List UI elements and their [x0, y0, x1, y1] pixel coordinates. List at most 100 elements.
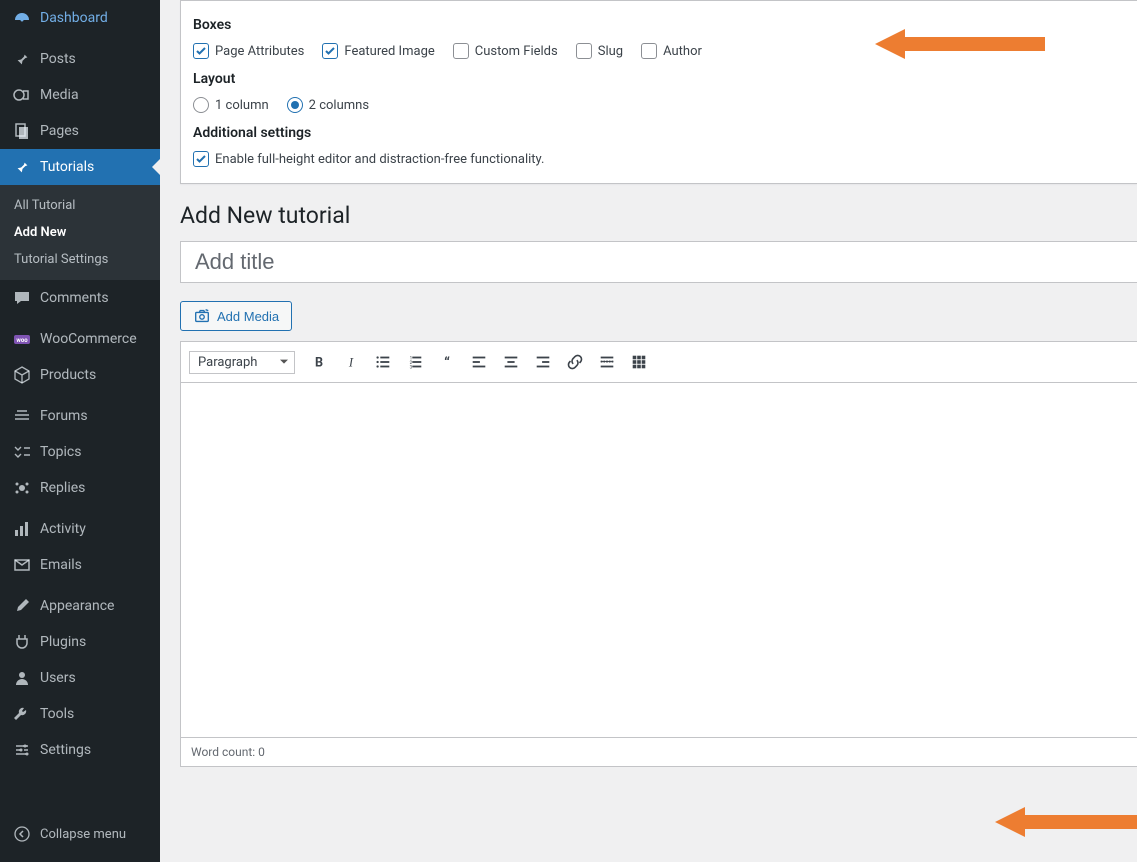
italic-button[interactable]: I — [337, 348, 365, 376]
annotation-arrow-icon — [870, 24, 1050, 64]
svg-text:woo: woo — [16, 337, 28, 344]
submenu-tutorial-settings[interactable]: Tutorial Settings — [0, 246, 160, 273]
radio-2-columns[interactable]: 2 columns — [287, 97, 369, 113]
submenu-add-new[interactable]: Add New — [0, 219, 160, 246]
woo-icon: woo — [12, 329, 32, 349]
settings-icon — [12, 740, 32, 760]
sidebar-item-products[interactable]: Products — [0, 357, 160, 393]
numbered-list-button[interactable]: 123 — [401, 348, 429, 376]
sidebar-item-label: Forums — [40, 408, 88, 424]
activity-icon — [12, 519, 32, 539]
brush-icon — [12, 596, 32, 616]
email-icon — [12, 555, 32, 575]
sidebar-item-forums[interactable]: Forums — [0, 398, 160, 434]
collapse-icon — [12, 824, 32, 844]
sidebar-item-label: Dashboard — [40, 10, 108, 26]
pin-icon — [12, 49, 32, 69]
blockquote-button[interactable]: “ — [433, 348, 461, 376]
title-input[interactable] — [180, 241, 1137, 283]
word-count: Word count: 0 — [181, 737, 1137, 766]
sidebar-item-label: Comments — [40, 290, 109, 306]
sidebar-item-label: Media — [40, 87, 79, 103]
sidebar-item-topics[interactable]: Topics — [0, 434, 160, 470]
sidebar-item-activity[interactable]: Activity — [0, 511, 160, 547]
sidebar-submenu: All Tutorial Add New Tutorial Settings — [0, 185, 160, 280]
align-right-button[interactable] — [529, 348, 557, 376]
sidebar-item-media[interactable]: Media — [0, 77, 160, 113]
add-media-button[interactable]: Add Media — [180, 301, 292, 331]
checkbox-label: Enable full-height editor and distractio… — [215, 152, 544, 167]
topics-icon — [12, 442, 32, 462]
sidebar-item-label: Activity — [40, 521, 86, 537]
sidebar-item-tools[interactable]: Tools — [0, 696, 160, 732]
checkbox-custom-fields[interactable]: Custom Fields — [453, 43, 558, 59]
users-icon — [12, 668, 32, 688]
sidebar-item-label: Replies — [40, 480, 85, 496]
link-button[interactable] — [561, 348, 589, 376]
sidebar-item-settings[interactable]: Settings — [0, 732, 160, 768]
checkbox-author[interactable]: Author — [641, 43, 702, 59]
forums-icon — [12, 406, 32, 426]
sidebar-item-label: Posts — [40, 51, 76, 67]
checkbox-label: Page Attributes — [215, 44, 304, 59]
sidebar-item-woocommerce[interactable]: woo WooCommerce — [0, 321, 160, 357]
checkbox-label: Custom Fields — [475, 44, 558, 59]
submenu-all-tutorial[interactable]: All Tutorial — [0, 192, 160, 219]
checkbox-page-attributes[interactable]: Page Attributes — [193, 43, 304, 59]
sidebar-item-dashboard[interactable]: Dashboard — [0, 0, 160, 36]
bold-button[interactable]: B — [305, 348, 333, 376]
sidebar-item-label: Plugins — [40, 634, 86, 650]
admin-sidebar: Dashboard Posts Media Pages Tutorials Al… — [0, 0, 160, 862]
align-center-button[interactable] — [497, 348, 525, 376]
editor-toolbar: Paragraph B I 123 “ — [181, 342, 1137, 383]
sidebar-item-emails[interactable]: Emails — [0, 547, 160, 583]
sidebar-item-label: Pages — [40, 123, 79, 139]
tools-icon — [12, 704, 32, 724]
svg-text:“: “ — [444, 354, 450, 371]
sidebar-item-appearance[interactable]: Appearance — [0, 588, 160, 624]
sidebar-item-label: Products — [40, 367, 96, 383]
read-more-button[interactable] — [593, 348, 621, 376]
sidebar-item-label: Settings — [40, 742, 91, 758]
layout-heading: Layout — [193, 71, 1125, 87]
sidebar-item-plugins[interactable]: Plugins — [0, 624, 160, 660]
annotation-arrow-icon — [990, 802, 1137, 842]
svg-text:I: I — [348, 356, 354, 370]
radio-1-column[interactable]: 1 column — [193, 97, 269, 113]
radio-label: 2 columns — [309, 98, 369, 113]
sidebar-item-tutorials[interactable]: Tutorials — [0, 149, 160, 185]
radio-label: 1 column — [215, 98, 269, 113]
collapse-label: Collapse menu — [40, 827, 126, 842]
sidebar-item-replies[interactable]: Replies — [0, 470, 160, 506]
checkbox-label: Featured Image — [344, 44, 434, 59]
align-left-button[interactable] — [465, 348, 493, 376]
pages-icon — [12, 121, 32, 141]
checkbox-slug[interactable]: Slug — [576, 43, 623, 59]
checkbox-label: Slug — [598, 44, 623, 59]
svg-text:3: 3 — [410, 364, 413, 370]
sidebar-item-users[interactable]: Users — [0, 660, 160, 696]
plug-icon — [12, 632, 32, 652]
camera-icon — [193, 307, 211, 325]
sidebar-item-label: Tools — [40, 706, 74, 722]
editor-body[interactable] — [181, 383, 1137, 737]
sidebar-item-comments[interactable]: Comments — [0, 280, 160, 316]
box-icon — [12, 365, 32, 385]
collapse-menu[interactable]: Collapse menu — [0, 816, 160, 852]
comment-icon — [12, 288, 32, 308]
paragraph-select[interactable]: Paragraph — [189, 351, 295, 374]
toolbar-toggle-button[interactable] — [625, 348, 653, 376]
checkbox-featured-image[interactable]: Featured Image — [322, 43, 434, 59]
sidebar-item-label: WooCommerce — [40, 331, 137, 347]
sidebar-item-label: Tutorials — [40, 159, 94, 175]
sidebar-item-posts[interactable]: Posts — [0, 41, 160, 77]
svg-text:B: B — [315, 356, 323, 371]
checkbox-label: Author — [663, 44, 702, 59]
bullet-list-button[interactable] — [369, 348, 397, 376]
media-icon — [12, 85, 32, 105]
additional-heading: Additional settings — [193, 125, 1125, 141]
sidebar-item-label: Emails — [40, 557, 82, 573]
sidebar-item-pages[interactable]: Pages — [0, 113, 160, 149]
checkbox-full-height[interactable]: Enable full-height editor and distractio… — [193, 151, 1125, 167]
main-content: Boxes Page Attributes Featured Image Cus… — [160, 0, 1137, 862]
